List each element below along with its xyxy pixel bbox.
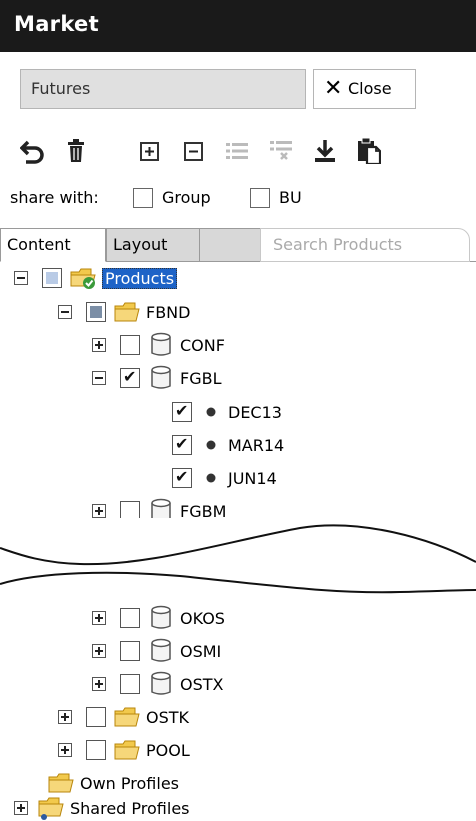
tab-layout[interactable]: Layout (106, 228, 200, 262)
tree-label: Own Profiles (80, 773, 179, 793)
tree-label: OSMI (180, 641, 222, 661)
tree-label: Shared Profiles (70, 798, 190, 818)
undo-icon[interactable] (18, 136, 48, 166)
collapse-toggle[interactable] (58, 305, 72, 319)
folder-icon (48, 771, 74, 795)
tree-label: OKOS (180, 608, 225, 628)
tree-checkbox[interactable] (120, 335, 140, 355)
bullet-icon (200, 433, 222, 457)
market-panel: Futures ✕ Close share with: Group BU Con… (0, 52, 476, 821)
tree-node-jun14[interactable]: JUN14 (172, 463, 277, 493)
list-icon[interactable] (222, 136, 252, 166)
tab-content[interactable]: Content (0, 228, 106, 262)
collapse-toggle[interactable] (92, 371, 106, 385)
tree-checkbox[interactable] (172, 467, 192, 488)
folder-icon (114, 738, 140, 762)
tree-node-okos[interactable]: OKOS (92, 603, 225, 633)
tree-checkbox[interactable] (86, 707, 106, 727)
paste-icon[interactable] (354, 136, 384, 166)
close-button-label: Close (348, 79, 392, 98)
expand-toggle[interactable] (58, 710, 72, 724)
share-group-checkbox[interactable] (133, 188, 153, 208)
tree-node-shared-profiles[interactable]: Shared Profiles (14, 793, 190, 821)
expand-toggle[interactable] (14, 801, 28, 815)
tree-label: MAR14 (228, 435, 285, 455)
list-filter-icon[interactable] (266, 136, 296, 166)
bullet-icon (200, 466, 222, 490)
share-group-label: Group (162, 188, 211, 207)
tree-label: OSTX (180, 674, 224, 694)
close-button[interactable]: ✕ Close (313, 69, 416, 109)
tree-node-fbnd[interactable]: FBND (58, 297, 190, 327)
share-with-label: share with: (10, 188, 99, 207)
tree-node-pool[interactable]: POOL (58, 735, 190, 765)
folder-check-icon (70, 266, 96, 290)
tear-divider-top (0, 518, 476, 566)
tree-checkbox[interactable] (120, 608, 140, 628)
tab-bar: Content Layout Search Products (0, 228, 476, 262)
expand-all-icon[interactable] (134, 136, 164, 166)
tree-label: Products (102, 267, 178, 289)
tree-label: DEC13 (228, 402, 282, 422)
tree-checkbox[interactable] (120, 641, 140, 661)
tree-label: CONF (180, 335, 225, 355)
tree-label: FGBL (180, 368, 222, 388)
expand-toggle[interactable] (58, 743, 72, 757)
expand-toggle[interactable] (92, 338, 106, 352)
database-icon (148, 671, 174, 696)
collapse-toggle[interactable] (14, 271, 28, 285)
tree-node-osmi[interactable]: OSMI (92, 636, 221, 666)
tree-node-conf[interactable]: CONF (92, 330, 225, 360)
database-icon (148, 365, 174, 390)
expand-toggle[interactable] (92, 504, 106, 518)
tree-checkbox[interactable] (120, 674, 140, 694)
tear-divider-bottom (0, 571, 476, 594)
expand-toggle[interactable] (92, 611, 106, 625)
close-icon: ✕ (324, 76, 343, 101)
download-icon[interactable] (310, 136, 340, 166)
database-icon (148, 332, 174, 357)
tree-label: OSTK (146, 707, 190, 727)
tree-node-products[interactable]: Products (14, 263, 178, 293)
tree-checkbox[interactable] (86, 302, 106, 322)
tree-node-ostx[interactable]: OSTX (92, 669, 223, 699)
bullet-icon (200, 400, 222, 424)
trash-icon[interactable] (63, 136, 89, 166)
tree-checkbox[interactable] (86, 740, 106, 760)
share-bu-checkbox[interactable] (250, 188, 270, 208)
database-icon (148, 638, 174, 663)
tree-node-mar14[interactable]: MAR14 (172, 430, 284, 460)
title-bar: Market (0, 0, 476, 52)
tree-checkbox[interactable] (172, 401, 192, 422)
tree-label: FBND (146, 302, 191, 322)
folder-icon (114, 300, 140, 324)
expand-toggle[interactable] (92, 677, 106, 691)
tree-checkbox[interactable] (42, 268, 62, 288)
shared-folder-icon (38, 796, 64, 820)
tree-checkbox[interactable] (172, 434, 192, 455)
tree-checkbox[interactable] (120, 367, 140, 388)
tree-label: POOL (146, 740, 190, 760)
tree-node-fgbl[interactable]: FGBL (92, 363, 222, 393)
market-filter-field[interactable]: Futures (20, 69, 306, 109)
share-bu-label: BU (279, 188, 302, 207)
search-products-input[interactable]: Search Products (260, 228, 470, 262)
tree-node-ostk[interactable]: OSTK (58, 702, 189, 732)
folder-icon (114, 705, 140, 729)
tab-filler (200, 228, 260, 261)
collapse-all-icon[interactable] (178, 136, 208, 166)
database-icon (148, 605, 174, 630)
tree-label: JUN14 (228, 468, 277, 488)
tree-node-dec13[interactable]: DEC13 (172, 397, 282, 427)
expand-toggle[interactable] (92, 644, 106, 658)
window-title: Market (14, 12, 99, 36)
